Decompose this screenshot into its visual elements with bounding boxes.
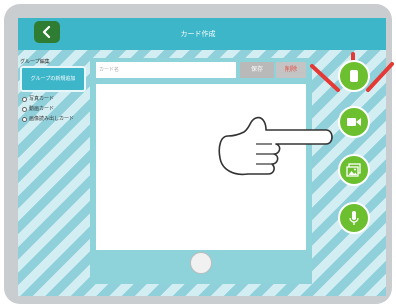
radio-icon	[22, 96, 27, 102]
photo-icon	[346, 163, 361, 177]
card-type-image-load[interactable]: 画像読み出しカード	[22, 114, 74, 124]
card-name-field[interactable]: カード名	[96, 62, 236, 78]
card-type-photo[interactable]: 写真カード	[22, 94, 74, 104]
pointing-hand-icon	[218, 116, 333, 176]
card-type-list: 写真カード 動画カード 画像読み出しカード	[22, 94, 74, 124]
card-type-video[interactable]: 動画カード	[22, 104, 74, 114]
card-type-label: 画像読み出しカード	[29, 116, 75, 122]
record-button[interactable]	[190, 252, 212, 274]
photo-card-button[interactable]	[338, 154, 370, 186]
card-type-label: 写真カード	[29, 96, 55, 102]
video-card-button[interactable]	[338, 106, 370, 138]
card-type-label: 動画カード	[29, 106, 55, 112]
new-group-button[interactable]: グループの新規追加	[20, 66, 86, 92]
video-camera-icon	[347, 118, 361, 126]
microphone-icon	[349, 211, 359, 225]
audio-card-button[interactable]	[338, 202, 370, 234]
text-icon	[350, 70, 358, 82]
group-heading: グループ編集	[20, 59, 50, 65]
page-title: カード作成	[180, 30, 216, 38]
radio-icon	[22, 116, 27, 122]
radio-icon	[22, 106, 27, 112]
text-card-button[interactable]	[338, 60, 370, 92]
save-button[interactable]: 保存	[240, 62, 274, 78]
